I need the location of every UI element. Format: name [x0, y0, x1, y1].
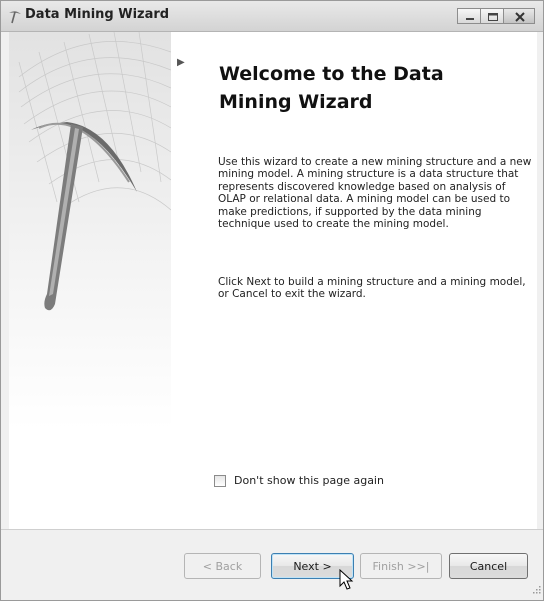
wizard-description: Use this wizard to create a new mining s…: [218, 156, 532, 231]
close-icon: [515, 12, 525, 22]
maximize-button[interactable]: [480, 8, 504, 24]
finish-button[interactable]: Finish >>|: [360, 553, 442, 579]
close-button[interactable]: [503, 8, 535, 24]
pickaxe-icon: [7, 8, 23, 24]
cancel-button[interactable]: Cancel: [449, 553, 528, 579]
minimize-button[interactable]: [457, 8, 481, 24]
wizard-instructions: Click Next to build a mining structure a…: [218, 276, 526, 301]
dont-show-again-label[interactable]: Don't show this page again: [234, 474, 384, 487]
resize-grip-icon[interactable]: [531, 579, 541, 598]
dont-show-again-checkbox[interactable]: [214, 474, 226, 487]
step-arrow-icon: ▶: [177, 57, 185, 68]
window-title: Data Mining Wizard: [25, 7, 170, 22]
mouse-cursor-icon: [339, 568, 355, 595]
maximize-icon: [488, 13, 498, 21]
minimize-icon: [466, 18, 474, 20]
caption-buttons: [457, 8, 535, 24]
page-title: Welcome to the Data Mining Wizard: [219, 63, 444, 113]
wizard-side-image: [9, 32, 171, 529]
dont-show-again-row[interactable]: Don't show this page again: [214, 474, 384, 487]
wizard-content: ▶ Welcome to the Data Mining Wizard Use …: [9, 32, 537, 529]
data-mining-wizard-window: Data Mining Wizard ▶ Welcome to the Data…: [0, 0, 544, 601]
footer-separator: [1, 529, 543, 530]
title-bar[interactable]: Data Mining Wizard: [1, 1, 543, 32]
back-button[interactable]: < Back: [184, 553, 261, 579]
pickaxe-illustration: [18, 32, 171, 311]
